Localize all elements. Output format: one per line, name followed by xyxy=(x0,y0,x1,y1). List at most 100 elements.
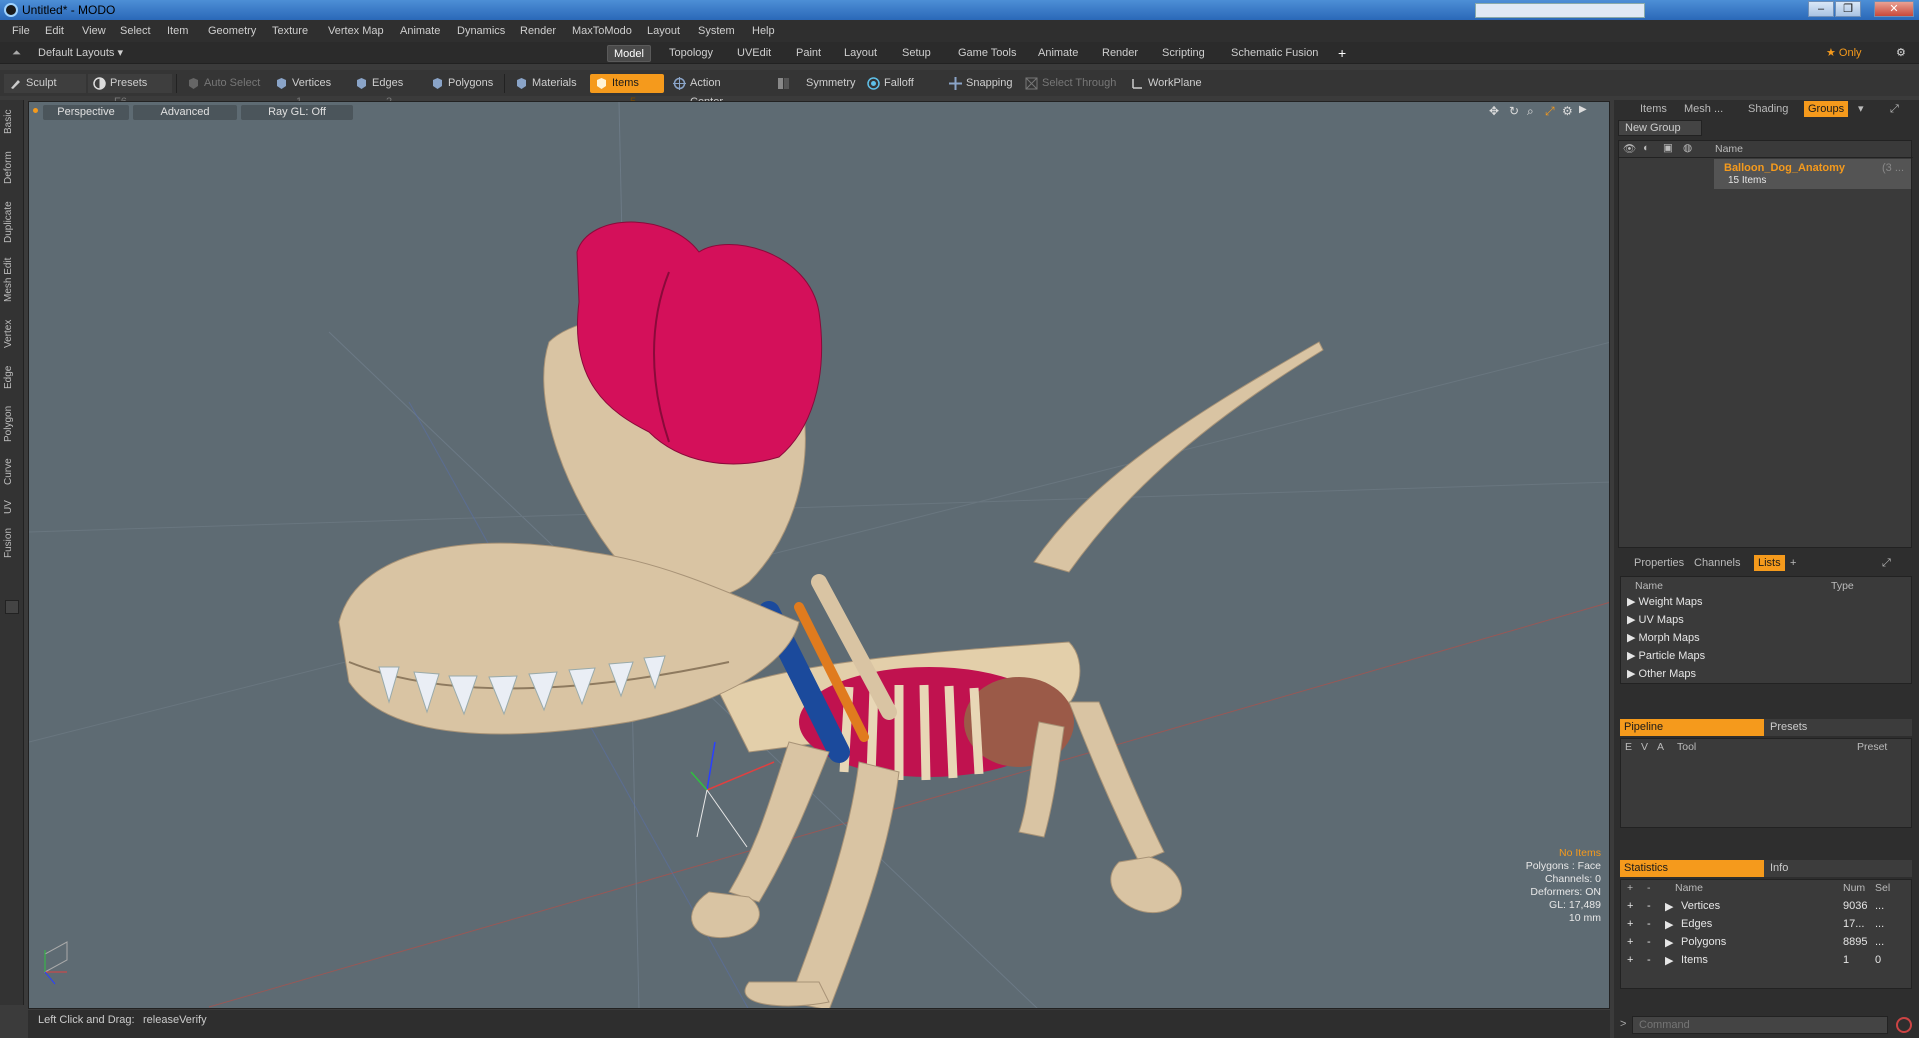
lists-expand-icon[interactable]: ⤢ xyxy=(1882,555,1891,571)
falloff-button[interactable]: Falloff xyxy=(862,74,942,93)
vtab-vertex[interactable]: Vertex xyxy=(3,314,21,354)
tab-schematic-fusion[interactable]: Schematic Fusion xyxy=(1225,45,1324,62)
menu-animate[interactable]: Animate xyxy=(400,25,440,37)
expand-arrow-icon[interactable]: ▶ xyxy=(1665,936,1673,949)
table-row[interactable]: + - ▶ Vertices 9036 ... xyxy=(1621,898,1913,916)
menu-layout[interactable]: Layout xyxy=(647,25,680,37)
add-tab-button[interactable]: + xyxy=(1790,555,1796,571)
record-icon[interactable] xyxy=(1896,1017,1912,1033)
row-add-icon[interactable]: + xyxy=(1627,954,1633,966)
tab-mesh[interactable]: Mesh ... xyxy=(1684,101,1723,117)
remove-all-icon[interactable]: - xyxy=(1647,882,1651,894)
vtab-mesh-edit[interactable]: Mesh Edit xyxy=(3,252,21,308)
menu-texture[interactable]: Texture xyxy=(272,25,308,37)
tab-properties[interactable]: Properties xyxy=(1634,555,1684,571)
menu-render[interactable]: Render xyxy=(520,25,556,37)
tab-paint[interactable]: Paint xyxy=(790,45,827,62)
command-input[interactable] xyxy=(1632,1016,1888,1034)
gear-icon[interactable]: ⚙ xyxy=(1890,45,1912,62)
tab-info[interactable]: Info xyxy=(1764,860,1912,877)
menu-help[interactable]: Help xyxy=(752,25,775,37)
vertices-button[interactable]: Vertices 1 xyxy=(270,74,348,108)
titlebar-search[interactable] xyxy=(1475,3,1645,18)
vtab-curve[interactable]: Curve xyxy=(3,454,21,490)
groups-expand-icon[interactable]: ⤢ xyxy=(1890,101,1899,117)
menu-file[interactable]: File xyxy=(12,25,30,37)
tab-setup[interactable]: Setup xyxy=(896,45,937,62)
table-row[interactable]: + - ▶ Items 1 0 xyxy=(1621,952,1913,970)
row-remove-icon[interactable]: - xyxy=(1647,936,1651,948)
menu-item[interactable]: Item xyxy=(167,25,188,37)
tab-items[interactable]: Items xyxy=(1640,101,1667,117)
tab-statistics[interactable]: Statistics xyxy=(1620,860,1764,877)
tab-channels[interactable]: Channels xyxy=(1694,555,1740,571)
auto-select-button[interactable]: Auto Select xyxy=(182,74,268,93)
panel-toggle-button[interactable] xyxy=(5,600,19,614)
close-button[interactable]: ✕ xyxy=(1874,1,1914,17)
tab-topology[interactable]: Topology xyxy=(663,45,719,62)
list-item-morph-maps[interactable]: ▶ Morph Maps xyxy=(1627,631,1700,644)
row-add-icon[interactable]: + xyxy=(1627,900,1633,912)
select-through-button[interactable]: Select Through xyxy=(1020,74,1126,93)
add-tab-button[interactable]: + xyxy=(1332,45,1352,62)
list-item-particle-maps[interactable]: ▶ Particle Maps xyxy=(1627,649,1705,662)
menu-dynamics[interactable]: Dynamics xyxy=(457,25,505,37)
menu-select[interactable]: Select xyxy=(120,25,151,37)
tab-scripting[interactable]: Scripting xyxy=(1156,45,1211,62)
layout-toggle-icon[interactable]: ⏶ xyxy=(6,45,27,62)
tab-lists[interactable]: Lists xyxy=(1754,555,1785,571)
vtab-polygon[interactable]: Polygon xyxy=(3,400,21,448)
action-center-button[interactable]: Action Center xyxy=(668,74,762,108)
sculpt-button[interactable]: Sculpt xyxy=(4,74,86,93)
workplane-button[interactable]: WorkPlane xyxy=(1126,74,1210,93)
row-add-icon[interactable]: + xyxy=(1627,918,1633,930)
menu-geometry[interactable]: Geometry xyxy=(208,25,256,37)
minimize-button[interactable]: – xyxy=(1808,1,1834,17)
list-item-uv-maps[interactable]: ▶ UV Maps xyxy=(1627,613,1684,626)
tab-render[interactable]: Render xyxy=(1096,45,1144,62)
row-remove-icon[interactable]: - xyxy=(1647,954,1651,966)
edges-button[interactable]: Edges 2 xyxy=(350,74,424,108)
tab-pipeline[interactable]: Pipeline xyxy=(1620,719,1764,736)
new-group-button[interactable]: New Group xyxy=(1618,120,1702,136)
3d-viewport[interactable]: Perspective Advanced Ray GL: Off ✥ ↻ ⌕ ⤢… xyxy=(28,101,1610,1009)
tab-groups[interactable]: Groups xyxy=(1804,101,1849,117)
vtab-basic[interactable]: Basic xyxy=(3,104,21,140)
tab-presets[interactable]: Presets xyxy=(1764,719,1912,736)
tab-game-tools[interactable]: Game Tools xyxy=(952,45,1023,62)
row-remove-icon[interactable]: - xyxy=(1647,918,1651,930)
polygons-button[interactable]: Polygons xyxy=(426,74,500,93)
only-toggle[interactable]: ★ Only xyxy=(1820,45,1868,62)
vtab-deform[interactable]: Deform xyxy=(3,146,21,190)
tab-layout[interactable]: Layout xyxy=(838,45,883,62)
menu-vertex-map[interactable]: Vertex Map xyxy=(328,25,384,37)
expand-arrow-icon[interactable]: ▶ xyxy=(1665,954,1673,967)
items-button[interactable]: Items 5 xyxy=(590,74,664,108)
table-row[interactable]: + - ▶ Polygons 8895 ... xyxy=(1621,934,1913,952)
tab-uvedit[interactable]: UVEdit xyxy=(731,45,777,62)
tab-model[interactable]: Model xyxy=(607,45,651,62)
layout-dropdown[interactable]: Default Layouts ▾ xyxy=(32,45,129,62)
list-item-weight-maps[interactable]: ▶ Weight Maps xyxy=(1627,595,1703,608)
materials-button[interactable]: Materials xyxy=(510,74,588,93)
vtab-uv[interactable]: UV xyxy=(3,496,21,518)
snapping-button[interactable]: Snapping xyxy=(944,74,1030,93)
menu-system[interactable]: System xyxy=(698,25,735,37)
list-item-other-maps[interactable]: ▶ Other Maps xyxy=(1627,667,1696,680)
vtab-duplicate[interactable]: Duplicate xyxy=(3,196,21,248)
menu-edit[interactable]: Edit xyxy=(45,25,64,37)
group-row-balloon-dog[interactable]: Balloon_Dog_Anatomy (3 ... 15 Items xyxy=(1714,159,1911,189)
presets-button[interactable]: Presets F6 xyxy=(88,74,172,108)
table-row[interactable]: + - ▶ Edges 17... ... xyxy=(1621,916,1913,934)
vtab-edge[interactable]: Edge xyxy=(3,360,21,394)
tab-animate[interactable]: Animate xyxy=(1032,45,1084,62)
expand-arrow-icon[interactable]: ▶ xyxy=(1665,900,1673,913)
restore-button[interactable]: ❐ xyxy=(1835,1,1861,17)
add-all-icon[interactable]: + xyxy=(1627,882,1633,894)
menu-maxtomodo[interactable]: MaxToModo xyxy=(572,25,632,37)
row-add-icon[interactable]: + xyxy=(1627,936,1633,948)
expand-arrow-icon[interactable]: ▶ xyxy=(1665,918,1673,931)
menu-view[interactable]: View xyxy=(82,25,106,37)
symmetry-button[interactable]: Symmetry xyxy=(772,74,856,93)
tab-shading[interactable]: Shading xyxy=(1748,101,1788,117)
